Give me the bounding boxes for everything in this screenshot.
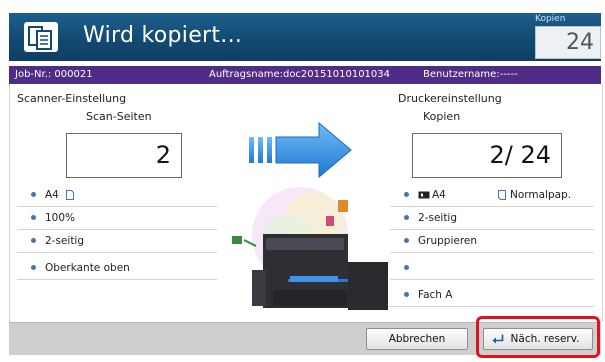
job-info-bar: Job-Nr.: 000021 Auftragsname:doc20151010… [9, 66, 601, 84]
job-name: Auftragsname:doc20151010101034 [209, 69, 391, 80]
printer-machine-illustration [232, 187, 388, 310]
scanner-zoom-text: 100% [45, 212, 76, 224]
highlight-frame [476, 316, 600, 358]
printer-paper-size-text: A4 [432, 189, 446, 201]
paper-type-icon [498, 190, 506, 200]
printer-setting-paper: A4 Normalpap. [390, 184, 594, 207]
copy-status-screen: Wird kopiert... Kopien 24 Job-Nr.: 00002… [0, 0, 605, 362]
printer-paper-type-text: Normalpap. [510, 189, 572, 201]
bullet-icon [31, 192, 36, 197]
bullet-icon [404, 265, 409, 270]
scan-pages-value: 2 [66, 133, 182, 178]
scanner-orientation-text: Oberkante oben [45, 262, 130, 274]
printer-setting-collate: Gruppieren [390, 230, 594, 253]
scanner-setting-zoom: 100% [17, 207, 217, 230]
scanner-duplex-text: 2-seitig [45, 235, 85, 247]
bullet-icon [404, 238, 409, 243]
printer-collate-text: Gruppieren [418, 235, 478, 247]
user-name: Benutzername:----- [423, 69, 518, 80]
copies-label: Kopien [535, 14, 566, 24]
scanner-setting-duplex: 2-seitig [17, 230, 217, 253]
printer-settings-heading: Druckereinstellung [398, 92, 502, 105]
printer-setting-empty [390, 257, 594, 280]
printer-copies-label: Kopien [423, 110, 461, 123]
portrait-page-icon [66, 190, 74, 200]
bullet-icon [31, 215, 36, 220]
printer-duplex-text: 2-seitig [418, 212, 458, 224]
printer-setting-duplex: 2-seitig [390, 207, 594, 230]
job-number: Job-Nr.: 000021 [15, 69, 93, 80]
printer-tray-text: Fach A [418, 289, 453, 301]
printer-setting-tray: Fach A [390, 284, 594, 307]
arrow-right-icon [249, 121, 352, 179]
paper-tray-icon [418, 191, 430, 199]
copy-icon [24, 22, 58, 52]
scanner-size-text: A4 [45, 189, 59, 201]
scanner-settings-heading: Scanner-Einstellung [17, 92, 127, 105]
scanner-setting-size: A4 [17, 184, 217, 207]
printer-copies-value: 2/ 24 [412, 133, 562, 178]
copies-count-display: 24 [535, 26, 601, 59]
bullet-icon [404, 215, 409, 220]
scan-pages-label: Scan-Seiten [86, 110, 152, 123]
title-bar: Wird kopiert... Kopien 24 [9, 13, 601, 61]
bullet-icon [31, 238, 36, 243]
bullet-icon [404, 192, 409, 197]
bullet-icon [404, 292, 409, 297]
cancel-button[interactable]: Abbrechen [366, 328, 468, 350]
page-title: Wird kopiert... [83, 23, 243, 48]
bullet-icon [31, 265, 36, 270]
scanner-setting-orientation: Oberkante oben [17, 257, 217, 280]
